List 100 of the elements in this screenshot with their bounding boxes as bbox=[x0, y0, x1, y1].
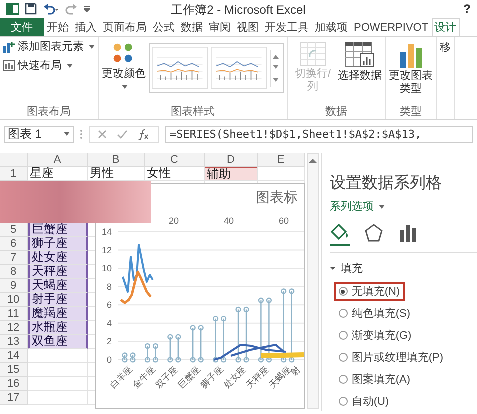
window-title: 工作簿2 - Microsoft Excel bbox=[171, 3, 306, 17]
ribbon-tab[interactable]: 插入 bbox=[72, 18, 100, 36]
line-chart[interactable]: 图表标 20 40 60 14 12 10 8 6 4 2 0 白羊座 金牛座 双子座 巨蟹座 狮子座 处女座 天秤座 天蝎座 射 bbox=[96, 184, 304, 408]
axis-label: 60 bbox=[279, 216, 289, 226]
ribbon-tab[interactable]: 数据 bbox=[178, 18, 206, 36]
table-cell bbox=[258, 167, 305, 181]
axis-label: 20 bbox=[169, 216, 179, 226]
row-header[interactable]: 17 bbox=[0, 391, 28, 405]
pane-tab[interactable] bbox=[330, 224, 350, 246]
ribbon-tab[interactable]: 公式 bbox=[150, 18, 178, 36]
bar-chart-icon bbox=[399, 42, 423, 68]
radio-option[interactable]: 图案填充(A) bbox=[334, 370, 416, 389]
pentagon-icon bbox=[364, 224, 384, 242]
chart-element-icon bbox=[3, 40, 15, 52]
ribbon-button[interactable]: 移 bbox=[440, 39, 451, 55]
table-cell: 魔羯座 bbox=[28, 307, 88, 321]
bar-chart-icon bbox=[398, 224, 418, 242]
row-header[interactable]: 9 bbox=[0, 279, 28, 293]
chart-title: 图表标 bbox=[256, 189, 298, 205]
axis-label: 6 bbox=[106, 300, 112, 310]
column-header[interactable]: D bbox=[205, 153, 258, 167]
check-icon[interactable] bbox=[117, 130, 128, 138]
function-icon[interactable] bbox=[138, 128, 150, 140]
axis-label: 40 bbox=[224, 216, 234, 226]
table-cell: 天蝎座 bbox=[28, 279, 88, 293]
table-cell: 天秤座 bbox=[28, 265, 88, 279]
axis-label: 14 bbox=[102, 227, 112, 237]
chart-style-thumbnail[interactable] bbox=[152, 46, 208, 90]
ribbon-tab[interactable]: 审阅 bbox=[206, 18, 234, 36]
section-header[interactable]: 填充 bbox=[330, 261, 363, 276]
column-header[interactable]: B bbox=[88, 153, 145, 167]
column-header[interactable]: C bbox=[145, 153, 205, 167]
axis-label: 0 bbox=[106, 355, 112, 365]
cancel-icon[interactable] bbox=[98, 130, 107, 138]
table-cell: 狮子座 bbox=[28, 237, 88, 251]
layout-icon bbox=[3, 60, 15, 71]
row-header[interactable]: 8 bbox=[0, 265, 28, 279]
save-icon[interactable] bbox=[25, 3, 37, 15]
formula-field[interactable]: =SERIES(Sheet1!$D$1,Sheet1!$A$2:$A$13, bbox=[165, 126, 473, 142]
ribbon-tab[interactable]: 加载项 bbox=[312, 18, 351, 36]
axis-label: 10 bbox=[102, 264, 112, 274]
group-label: 图表样式 bbox=[170, 105, 216, 119]
pane-title: 设置数据系列格 bbox=[330, 174, 443, 194]
row-header[interactable]: 14 bbox=[0, 349, 28, 363]
chart-style-gallery[interactable] bbox=[149, 43, 284, 93]
fill-bucket-icon bbox=[330, 224, 350, 242]
row-header[interactable]: 10 bbox=[0, 293, 28, 307]
radio-option[interactable]: 渐变填充(G) bbox=[334, 326, 417, 345]
vertical-scrollbar[interactable] bbox=[307, 153, 319, 409]
more-icon bbox=[80, 128, 83, 140]
axis-label: 12 bbox=[102, 245, 112, 256]
series-options-dropdown[interactable]: 系列选项 bbox=[330, 199, 385, 214]
ribbon-button[interactable]: 快速布局 bbox=[3, 58, 73, 73]
axis-label: 8 bbox=[106, 282, 112, 292]
row-header[interactable]: 13 bbox=[0, 335, 28, 349]
group-label: 图表布局 bbox=[26, 105, 72, 119]
ribbon-tab[interactable]: 文件 bbox=[0, 18, 44, 36]
name-box[interactable]: 图表 1 bbox=[4, 126, 74, 142]
ribbon-button[interactable]: 添加图表元素 bbox=[3, 39, 95, 54]
radio-option[interactable]: 无填充(N) bbox=[334, 282, 406, 301]
radio-option[interactable]: 图片或纹理填充(P) bbox=[334, 348, 448, 367]
row-header[interactable]: 5 bbox=[0, 223, 28, 237]
row-header[interactable]: 11 bbox=[0, 307, 28, 321]
column-header[interactable]: E bbox=[258, 153, 305, 167]
ribbon-tab[interactable]: 开发工具 bbox=[262, 18, 312, 36]
row-header[interactable]: 6 bbox=[0, 237, 28, 251]
group-label: 数据 bbox=[324, 105, 348, 119]
select-data-icon bbox=[345, 42, 375, 68]
corner-cell[interactable] bbox=[0, 153, 28, 167]
category-label: 白羊座 bbox=[108, 364, 134, 390]
axis-label: 2 bbox=[106, 336, 112, 347]
undo-icon[interactable] bbox=[43, 3, 59, 15]
row-header[interactable]: 7 bbox=[0, 251, 28, 265]
radio-option[interactable]: 自动(U) bbox=[334, 392, 394, 411]
table-cell: 辅助 bbox=[205, 167, 258, 181]
row-header[interactable]: 16 bbox=[0, 377, 28, 391]
switch-rows-columns-icon bbox=[300, 42, 326, 66]
row-header[interactable]: 15 bbox=[0, 363, 28, 377]
row-header[interactable]: 1 bbox=[0, 167, 28, 181]
customize-dropdown-icon[interactable] bbox=[84, 6, 90, 12]
chart-style-thumbnail[interactable] bbox=[211, 46, 267, 90]
table-cell: 处女座 bbox=[28, 251, 88, 265]
ribbon-tab[interactable]: 设计 bbox=[432, 18, 460, 36]
ribbon-button[interactable]: 更改颜色 bbox=[102, 39, 146, 94]
help-button[interactable]: ? bbox=[464, 2, 471, 16]
redo-icon[interactable] bbox=[65, 3, 78, 15]
axis-label: 4 bbox=[106, 318, 112, 328]
ribbon-button[interactable]: 更改图表类型 bbox=[389, 39, 433, 96]
ribbon-tab[interactable]: POWERPIVOT bbox=[351, 18, 432, 36]
table-cell: 双鱼座 bbox=[28, 335, 88, 349]
table-cell: 射手座 bbox=[28, 293, 88, 307]
ribbon-button[interactable]: 选择数据 bbox=[338, 39, 382, 83]
column-header[interactable]: A bbox=[28, 153, 88, 167]
row-header[interactable]: 12 bbox=[0, 321, 28, 335]
ribbon-tab[interactable]: 视图 bbox=[234, 18, 262, 36]
radio-option[interactable]: 纯色填充(S) bbox=[334, 304, 416, 323]
table-cell: 巨蟹座 bbox=[28, 223, 88, 237]
ribbon-tab[interactable]: 开始 bbox=[44, 18, 72, 36]
ribbon-tab[interactable]: 页面布局 bbox=[100, 18, 150, 36]
group-label: 类型 bbox=[399, 105, 423, 119]
